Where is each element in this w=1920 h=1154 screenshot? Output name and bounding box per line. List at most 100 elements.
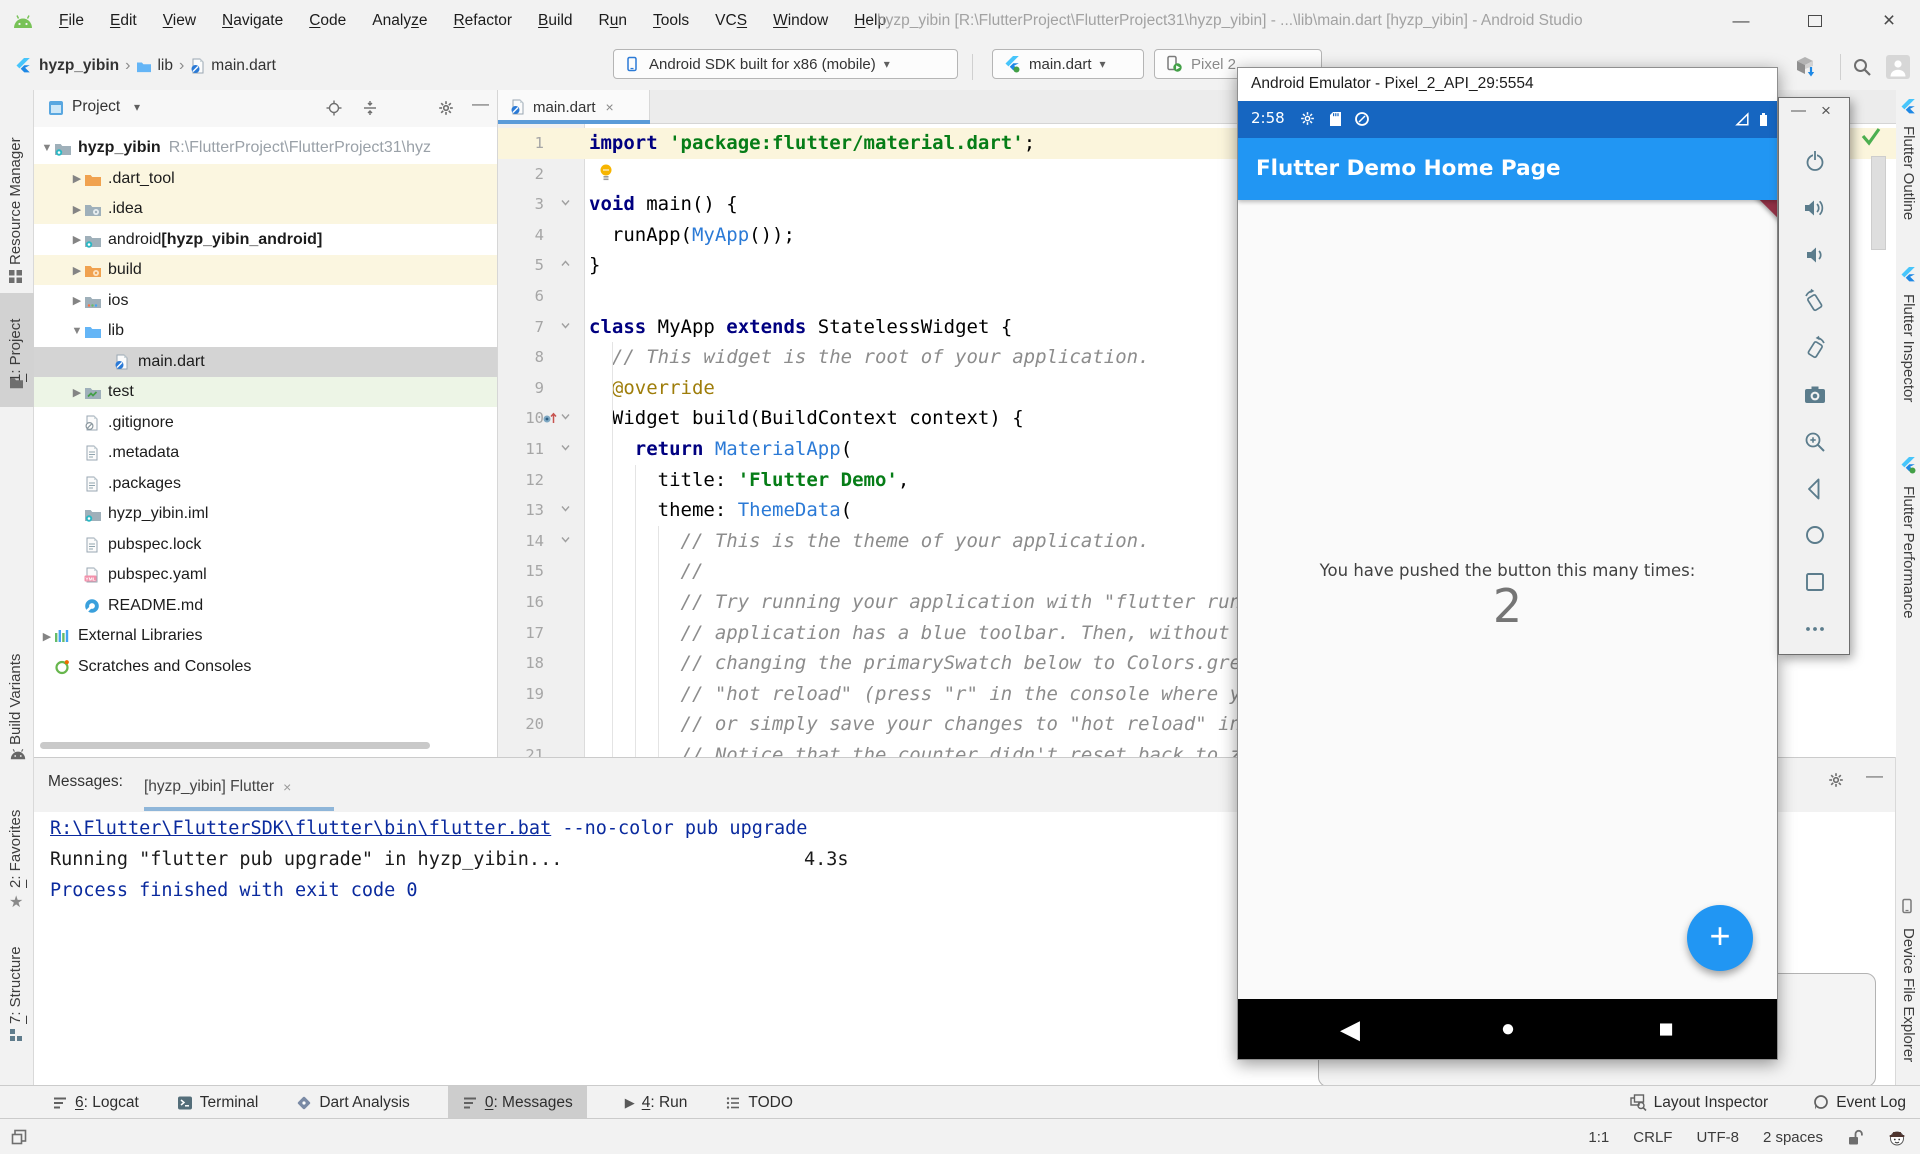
toolwindow-tab-4-run[interactable]: ▶4: Run [625, 1086, 688, 1119]
caret-position[interactable]: 1:1 [1588, 1129, 1609, 1146]
breadcrumb-folder[interactable]: lib [157, 57, 173, 75]
toolwindow-tab-dart-analysis[interactable]: Dart Analysis [296, 1086, 409, 1119]
menu-vcs[interactable]: VCS [702, 0, 760, 42]
toolwindow-toggle-icon[interactable] [10, 1128, 28, 1146]
close-icon[interactable]: × [606, 99, 614, 115]
fab-add-button[interactable]: + [1687, 905, 1753, 971]
tree-item-pubspec-yaml[interactable]: YMLpubspec.yaml [34, 560, 497, 590]
emu-home-button[interactable] [1802, 522, 1828, 548]
menu-build[interactable]: Build [525, 0, 585, 42]
file-encoding[interactable]: UTF-8 [1696, 1129, 1739, 1146]
fold-marker-icon[interactable] [560, 411, 571, 422]
toolwindow-tab-terminal[interactable]: Terminal [177, 1086, 259, 1119]
emu-power-button[interactable] [1802, 148, 1828, 174]
tree-item--idea[interactable]: ▶.idea [34, 194, 497, 224]
editor-tab-main-dart[interactable]: main.dart × [498, 90, 650, 124]
emu-more-button[interactable] [1802, 616, 1828, 642]
tool-tab-flutter-outline[interactable]: Flutter Outline [1900, 126, 1917, 240]
tree-item-hyzp-yibin[interactable]: ▼hyzp_yibinR:\FlutterProject\FlutterProj… [34, 133, 497, 163]
tree-item--packages[interactable]: .packages [34, 469, 497, 499]
menu-run[interactable]: Run [586, 0, 640, 42]
nav-home-button[interactable]: ● [1488, 999, 1528, 1059]
hide-panel-icon[interactable]: — [472, 94, 489, 114]
emulator-window-title[interactable]: Android Emulator - Pixel_2_API_29:5554 [1251, 75, 1534, 93]
maximize-button[interactable] [1790, 0, 1840, 42]
tree-item-external-libraries[interactable]: ▶External Libraries [34, 621, 497, 651]
menu-edit[interactable]: Edit [97, 0, 150, 42]
highlighting-level-icon[interactable] [1888, 1128, 1906, 1146]
indent-setting[interactable]: 2 spaces [1763, 1129, 1823, 1146]
chevron-expanded-icon[interactable]: ▼ [70, 325, 84, 337]
horizontal-scrollbar[interactable] [40, 742, 430, 749]
menu-navigate[interactable]: Navigate [209, 0, 296, 42]
menu-tools[interactable]: Tools [640, 0, 702, 42]
fold-marker-icon[interactable] [560, 534, 571, 545]
tree-item-readme-md[interactable]: README.md [34, 591, 497, 621]
tool-tab-1-project[interactable]: 1: Project [7, 300, 24, 382]
chevron-collapsed-icon[interactable]: ▶ [70, 264, 84, 277]
toolwindow-tab-event-log[interactable]: Event Log [1812, 1086, 1906, 1119]
project-view-selector[interactable]: Project [72, 98, 120, 116]
override-gutter-icon[interactable] [542, 410, 558, 426]
tree-item--metadata[interactable]: .metadata [34, 438, 497, 468]
close-icon[interactable]: × [283, 779, 291, 795]
menu-window[interactable]: Window [760, 0, 841, 42]
emu-volume-up-button[interactable] [1802, 195, 1828, 221]
tree-item-build[interactable]: ▶build [34, 255, 497, 285]
chevron-expanded-icon[interactable]: ▼ [40, 142, 54, 154]
tree-item--dart-tool[interactable]: ▶.dart_tool [34, 164, 497, 194]
tree-item-android[interactable]: ▶android [hyzp_yibin_android] [34, 225, 497, 255]
emu-back-button[interactable] [1802, 476, 1828, 502]
profile-avatar[interactable] [1886, 55, 1910, 79]
toolwindow-tab-0-messages[interactable]: 0: Messages [448, 1086, 587, 1119]
editor-scrollbar-thumb[interactable] [1871, 156, 1886, 250]
nav-back-button[interactable]: ◀ [1330, 999, 1370, 1059]
fold-marker-icon[interactable] [560, 197, 571, 208]
close-button[interactable]: × [1821, 101, 1831, 121]
intention-bulb-icon[interactable] [598, 163, 614, 183]
tool-tab-flutter-performance[interactable]: Flutter Performance [1900, 486, 1917, 640]
tool-tab-resource-manager[interactable]: Resource Manager [7, 103, 24, 265]
tool-tab-2-favorites[interactable]: 2: Favorites [7, 788, 24, 888]
tree-item-ios[interactable]: ▶ios [34, 286, 497, 316]
menu-file[interactable]: File [46, 0, 97, 42]
fold-marker-icon[interactable] [560, 442, 571, 453]
tool-tab-flutter-inspector[interactable]: Flutter Inspector [1900, 294, 1917, 420]
breadcrumb-project[interactable]: hyzp_yibin [39, 57, 119, 75]
hide-panel-icon[interactable]: — [1866, 766, 1883, 786]
menu-refactor[interactable]: Refactor [440, 0, 525, 42]
emu-rotate-left-button[interactable] [1802, 288, 1828, 314]
menu-view[interactable]: View [150, 0, 209, 42]
chevron-collapsed-icon[interactable]: ▶ [70, 172, 84, 185]
line-separator[interactable]: CRLF [1633, 1129, 1672, 1146]
tool-tab-device-file-explorer[interactable]: Device File Explorer [1900, 928, 1917, 1090]
emu-screenshot-button[interactable] [1802, 382, 1828, 408]
minimize-button[interactable]: — [1791, 102, 1806, 119]
search-icon[interactable] [1852, 57, 1872, 77]
tree-item-hyzp-yibin-iml[interactable]: hyzp_yibin.iml [34, 499, 497, 529]
fold-end-marker-icon[interactable] [560, 258, 571, 269]
sdk-manager-icon[interactable] [1794, 55, 1818, 79]
collapse-all-icon[interactable] [362, 100, 378, 116]
console-link[interactable]: R:\Flutter\FlutterSDK\flutter\bin\flutte… [50, 818, 551, 839]
tree-item-test[interactable]: ▶test [34, 377, 497, 407]
breadcrumb-file[interactable]: main.dart [211, 57, 276, 75]
emulator-screen[interactable]: DEBUG 2:58 Flutter Demo Home Page You ha… [1238, 101, 1777, 1059]
toolwindow-tab-6-logcat[interactable]: 6: Logcat [52, 1086, 139, 1119]
emu-volume-down-button[interactable] [1802, 242, 1828, 268]
fold-marker-icon[interactable] [560, 320, 571, 331]
locate-icon[interactable] [326, 100, 342, 116]
tree-item-scratches-and-consoles[interactable]: Scratches and Consoles [34, 652, 497, 682]
chevron-collapsed-icon[interactable]: ▶ [70, 203, 84, 216]
toolwindow-tab-layout-inspector[interactable]: Layout Inspector [1630, 1086, 1769, 1119]
settings-gear-icon[interactable] [438, 100, 454, 116]
emu-zoom-button[interactable] [1802, 429, 1828, 455]
chevron-collapsed-icon[interactable]: ▶ [70, 294, 84, 307]
device-selector-dropdown[interactable]: Android SDK built for x86 (mobile) ▾ [613, 49, 958, 79]
tool-tab-7-structure[interactable]: 7: Structure [7, 932, 24, 1024]
run-config-dropdown[interactable]: main.dart ▾ [992, 49, 1144, 79]
menu-analyze[interactable]: Analyze [359, 0, 440, 42]
tree-item-pubspec-lock[interactable]: pubspec.lock [34, 530, 497, 560]
tree-item--gitignore[interactable]: .gitignore [34, 408, 497, 438]
messages-tab[interactable]: [hyzp_yibin] Flutter × [144, 766, 291, 808]
